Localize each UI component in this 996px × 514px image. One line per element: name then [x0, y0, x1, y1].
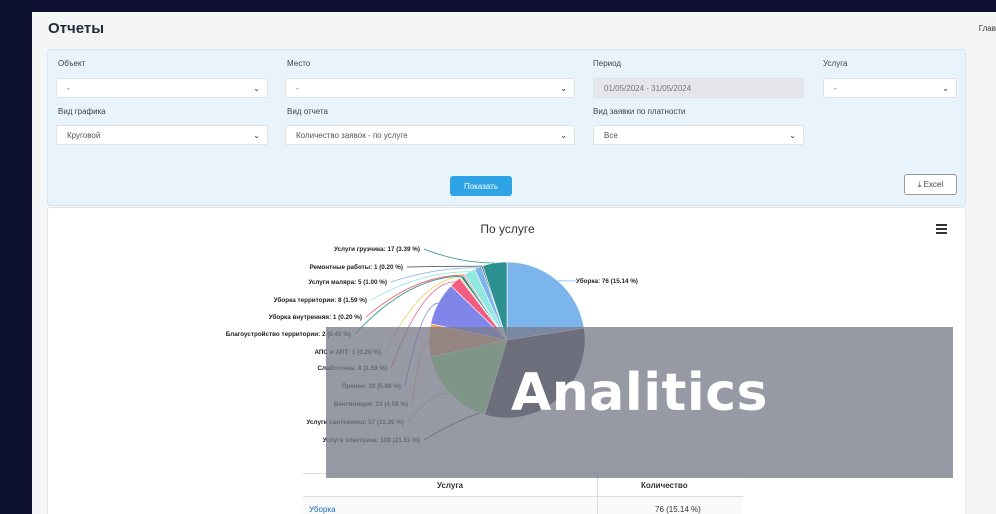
chart-type-label: Вид графика [58, 107, 106, 116]
service-label: Услуга [823, 59, 848, 68]
period-label: Период [593, 59, 622, 68]
pie-data-label: Услуги маляра: 5 (1.00 %) [308, 279, 387, 286]
column-header-service: Услуга [437, 481, 464, 490]
period-value: 01/05/2024 - 31/05/2024 [604, 84, 692, 93]
page-title: Отчеты [48, 20, 105, 37]
report-type-value: Количество заявок - по услуге [296, 131, 408, 140]
chart-menu-icon[interactable] [936, 224, 947, 234]
service-value: - [834, 84, 837, 93]
pie-data-label: Ремонтные работы: 1 (0.20 %) [310, 263, 404, 271]
payment-type-select[interactable]: Все ⌄ [593, 125, 804, 145]
pie-data-label: Уборка территории: 8 (1.59 %) [274, 296, 367, 304]
place-value: - [296, 84, 299, 93]
report-type-label: Вид отчета [287, 107, 329, 116]
column-header-count: Количество [641, 481, 688, 490]
chevron-down-icon: ⌄ [789, 131, 796, 140]
row-count: 76 (15.14 %) [655, 505, 701, 514]
place-label: Место [287, 59, 311, 68]
object-label: Объект [58, 59, 86, 68]
chevron-down-icon: ⌄ [560, 131, 567, 140]
pie-data-label: Услуги грузчика: 17 (3.39 %) [334, 246, 420, 253]
period-input: 01/05/2024 - 31/05/2024 [593, 78, 804, 98]
chart-type-value: Круговой [67, 131, 101, 140]
chart-type-select[interactable]: Круговой ⌄ [56, 125, 268, 145]
object-value: - [67, 84, 70, 93]
chevron-down-icon: ⌄ [560, 84, 567, 93]
payment-type-value: Все [604, 131, 618, 140]
chart-title: По услуге [480, 222, 535, 236]
overlay-title: Analitics [511, 363, 768, 423]
chevron-down-icon: ⌄ [253, 131, 260, 140]
table-row: Уборка 76 (15.14 %) [303, 497, 743, 514]
chevron-down-icon: ⌄ [942, 84, 949, 93]
object-select[interactable]: - ⌄ [56, 78, 268, 98]
report-type-select[interactable]: Количество заявок - по услуге ⌄ [285, 125, 575, 145]
row-service-link[interactable]: Уборка [309, 505, 336, 514]
excel-export-button[interactable]: ⤓ Excel [904, 174, 957, 195]
pie-data-label: Уборка: 76 (15.14 %) [576, 277, 638, 285]
payment-type-label: Вид заявки по платности [593, 107, 686, 116]
data-table: Услуга Количество Уборка 76 (15.14 %) [303, 473, 743, 514]
place-select[interactable]: - ⌄ [285, 78, 575, 98]
analytics-overlay-banner: Analitics [326, 327, 953, 478]
service-select[interactable]: - ⌄ [823, 78, 957, 98]
pie-connector-line [406, 265, 482, 268]
chevron-down-icon: ⌄ [253, 84, 260, 93]
pie-data-label: Уборка внутренняя: 1 (0.20 %) [269, 313, 362, 321]
breadcrumb[interactable]: Глав [979, 24, 996, 33]
show-button[interactable]: Показать [450, 176, 512, 196]
pie-connector-line [423, 248, 495, 264]
